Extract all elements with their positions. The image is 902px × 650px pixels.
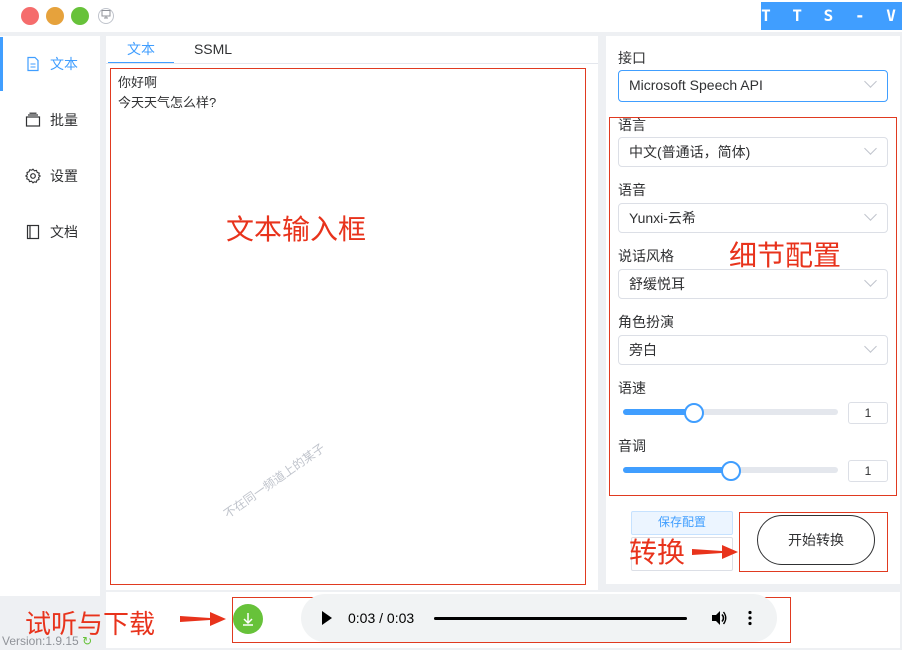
arrow-icon <box>692 545 738 559</box>
text-input[interactable]: 你好啊 今天天气怎么样? <box>110 68 586 585</box>
role-select[interactable]: 旁白 <box>618 335 888 365</box>
detail-config-outline <box>609 117 897 496</box>
chevron-down-icon <box>864 208 877 221</box>
player-progress-fill <box>434 617 687 620</box>
annotation-listen-download: 试听与下载 <box>25 610 156 640</box>
monitor-icon <box>101 10 111 19</box>
voice-select[interactable]: Yunxi-云希 <box>618 203 888 233</box>
style-select-value: 舒缓悦耳 <box>629 276 685 292</box>
chevron-down-icon <box>864 142 877 155</box>
voice-label: 语音 <box>618 182 646 198</box>
pitch-slider-fill <box>623 467 731 473</box>
language-select-value: 中文(普通话，简体) <box>629 144 751 160</box>
rate-slider[interactable] <box>623 409 838 415</box>
gear-icon <box>24 167 42 185</box>
rate-slider-handle[interactable] <box>684 403 704 423</box>
sidebar-item-settings[interactable]: 设置 <box>0 161 100 191</box>
maximize-window-button[interactable] <box>71 7 89 25</box>
chevron-down-icon <box>864 340 877 353</box>
text-line: 你好啊 <box>118 75 158 90</box>
language-label: 语言 <box>618 117 646 133</box>
sidebar-item-text[interactable]: 文本 <box>0 37 100 91</box>
close-window-button[interactable] <box>21 7 39 25</box>
sidebar-item-batch[interactable]: 批量 <box>0 105 100 135</box>
tab-text[interactable]: 文本 <box>108 36 174 64</box>
player-progress[interactable] <box>434 617 687 620</box>
tab-ssml[interactable]: SSML <box>180 36 246 62</box>
document-icon <box>24 55 42 73</box>
rate-input[interactable]: 1 <box>848 402 888 424</box>
api-select-value: Microsoft Speech API <box>629 77 763 93</box>
role-label: 角色扮演 <box>618 314 674 330</box>
pitch-label: 音调 <box>618 438 646 454</box>
audio-player: 0:03 / 0:03 <box>301 594 777 642</box>
sidebar-item-label: 批量 <box>50 112 78 128</box>
annotation-convert: 转换 <box>629 536 686 569</box>
app-brand: T T S - V U E <box>761 2 902 53</box>
minimize-window-button[interactable] <box>46 7 64 25</box>
download-icon <box>243 613 253 626</box>
pin-window-button[interactable] <box>98 8 114 24</box>
tab-divider <box>106 63 598 64</box>
api-select[interactable]: Microsoft Speech API <box>618 70 888 102</box>
sidebar-item-label: 文本 <box>50 56 78 72</box>
download-button[interactable] <box>233 604 263 634</box>
sidebar-item-label: 文档 <box>50 224 78 240</box>
role-select-value: 旁白 <box>629 342 657 358</box>
annotation-text-input: 文本输入框 <box>226 213 367 246</box>
pitch-slider-handle[interactable] <box>721 461 741 481</box>
language-select[interactable]: 中文(普通话，简体) <box>618 137 888 167</box>
chevron-down-icon <box>864 274 877 287</box>
player-time: 0:03 / 0:03 <box>348 610 415 626</box>
play-icon[interactable] <box>321 611 333 625</box>
style-label: 说话风格 <box>618 248 674 264</box>
pitch-input[interactable]: 1 <box>848 460 888 482</box>
text-line: 今天天气怎么样? <box>118 95 217 110</box>
annotation-detail-config: 细节配置 <box>729 239 842 272</box>
book-icon <box>24 223 42 241</box>
stack-icon <box>24 111 42 129</box>
sidebar-item-label: 设置 <box>50 168 78 184</box>
more-options-icon[interactable] <box>747 610 753 626</box>
arrow-icon <box>180 612 226 626</box>
voice-select-value: Yunxi-云希 <box>629 210 696 226</box>
sidebar-item-docs[interactable]: 文档 <box>0 217 100 247</box>
api-label: 接口 <box>618 50 646 66</box>
chevron-down-icon <box>864 75 877 88</box>
start-convert-button[interactable]: 开始转换 <box>757 515 875 565</box>
volume-icon[interactable] <box>710 609 728 627</box>
rate-label: 语速 <box>618 380 646 396</box>
